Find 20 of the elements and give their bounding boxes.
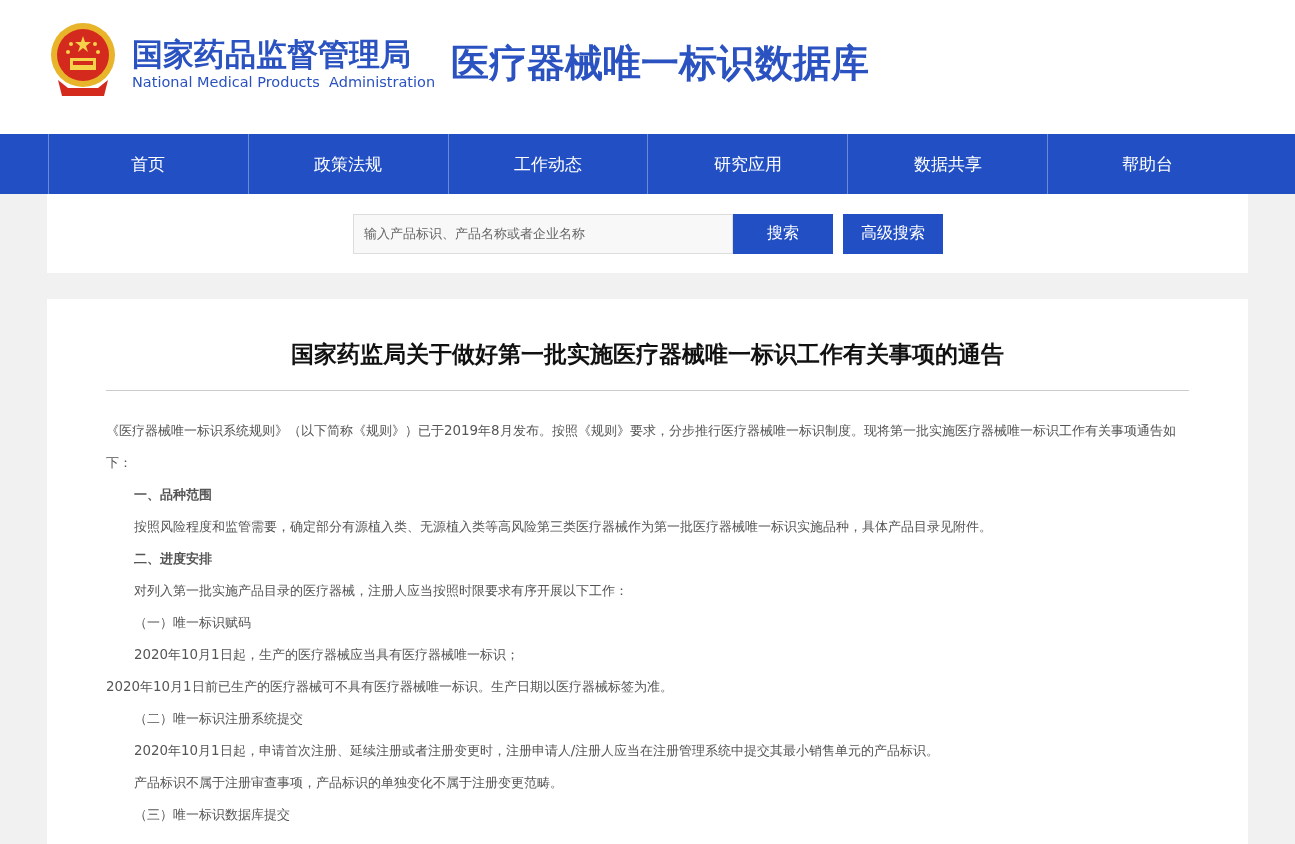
search-button[interactable]: 高级搜索 xyxy=(842,213,943,254)
emblem-icon xyxy=(48,22,118,98)
paragraph: 《医疗器械唯一标识系统规则》（以下简称《规则》）已于2019年8月发布。按照《规则》要求，分步推行医疗器械唯一标识制度。现将第一批实施医疗器械唯一标识工作有关事项通告如下： xyxy=(106,422,1177,472)
search-button[interactable]: 搜索 xyxy=(732,213,833,254)
paragraph: 按照风险程度和监管需要，确定部分有源植入类、无源植入类等高风险第三类医疗器械作为第一批医疗器械唯一标识实施品种，具体产品目录见附件。 xyxy=(133,518,993,536)
paragraph: （三）唯一标识数据库提交 xyxy=(133,806,291,824)
article-title: 国家药监局关于做好第一批实施医疗器械唯一标识工作有关事项的通告 xyxy=(106,339,1189,391)
agency-name-english: National Medical Products Administration xyxy=(132,73,436,91)
search-field[interactable]: 输入产品标识、产品名称或者企业名称 xyxy=(352,213,733,254)
section-heading: 一、品种范围 xyxy=(133,486,213,504)
paragraph: 2020年10月1日前已生产的医疗器械可不具有医疗器械唯一标识。生产日期以医疗器械标签为准。 xyxy=(106,678,674,696)
site-title: 医疗器械唯一标识数据库 xyxy=(451,39,870,87)
paragraph: 2020年10月1日起，申请首次注册、延续注册或者注册变更时，注册申请人/注册人应当在注册管理系统中提交其最小销售单元的产品标识。 xyxy=(133,742,941,760)
paragraph: 2020年10月1日起，生产的医疗器械应当具有医疗器械唯一标识； xyxy=(133,646,520,664)
paragraph: （二）唯一标识注册系统提交 xyxy=(133,710,304,728)
paragraph: 对列入第一批实施产品目录的医疗器械，注册人应当按照时限要求有序开展以下工作： xyxy=(133,582,629,600)
paragraph: 产品标识不属于注册审查事项，产品标识的单独变化不属于注册变更范畴。 xyxy=(133,774,564,792)
agency-name: 国家药品监督管理局 xyxy=(132,35,412,73)
section-heading: 二、进度安排 xyxy=(133,550,213,568)
paragraph: （一）唯一标识赋码 xyxy=(133,614,252,632)
